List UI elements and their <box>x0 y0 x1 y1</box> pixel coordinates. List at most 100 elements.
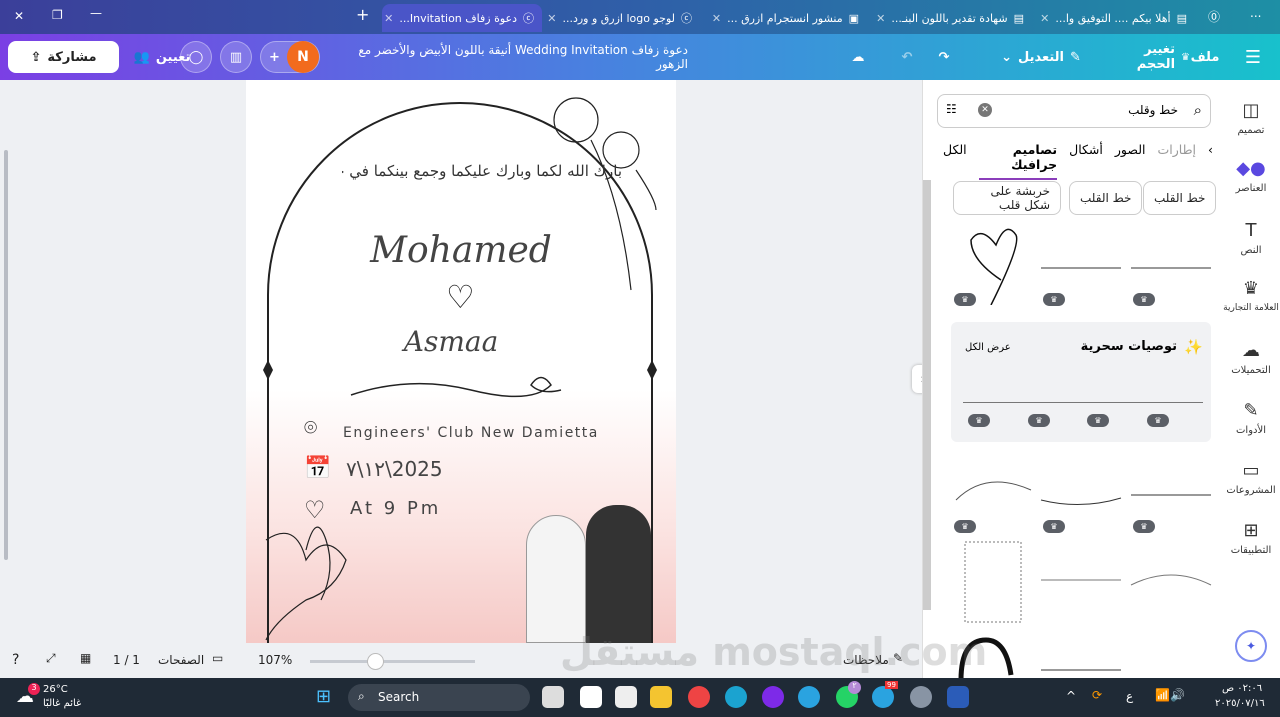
undo-icon[interactable]: ↶ <box>895 41 919 73</box>
chip-heart-line-1[interactable]: خط القلب <box>1143 181 1217 215</box>
text-icon: T <box>1245 220 1257 241</box>
windows-start-icon[interactable]: ⊞ <box>316 686 331 707</box>
share-button[interactable]: ⇪ مشاركة <box>8 41 119 73</box>
recommended-graphics[interactable] <box>963 402 1203 403</box>
arabic-calligraphy[interactable]: بارك الله لكما وبارك عليكما وجمع بينكما … <box>342 162 622 180</box>
close-tab-icon[interactable]: ✕ <box>547 12 556 25</box>
notes-icon[interactable]: ✎ <box>893 651 903 665</box>
close-tab-icon[interactable]: ✕ <box>876 12 885 25</box>
fullscreen-icon[interactable]: ⤢ <box>46 651 56 666</box>
restore-window-icon[interactable]: ❐ <box>52 8 63 22</box>
wifi-volume-icon[interactable]: 📶🔊 <box>1155 688 1185 702</box>
rail-design[interactable]: ◫ تصميم <box>1222 100 1280 136</box>
clock-time[interactable]: ٠٢:٠٦ ص <box>1222 683 1262 694</box>
tab-wedding-invitation[interactable]: ⓒ دعوة زفاف Invitation... ✕ <box>382 4 542 32</box>
rail-tools[interactable]: ✎ الأدوات <box>1222 400 1280 436</box>
grid-view-icon[interactable]: ▦ <box>80 651 91 665</box>
edge-icon[interactable] <box>725 686 747 708</box>
see-all-link[interactable]: عرض الكل <box>965 342 1011 353</box>
bride-illustration[interactable] <box>526 515 586 643</box>
groom-name[interactable]: Mohamed <box>346 230 576 271</box>
close-window-icon[interactable]: ✕ <box>14 9 24 23</box>
tab-graphics[interactable]: تصاميم جرافيك <box>978 142 1058 180</box>
file-menu[interactable]: ملف <box>1190 41 1220 73</box>
people-icon: 👥 <box>133 49 150 65</box>
document-title[interactable]: دعوة زفاف Wedding Invitation أنيقة باللو… <box>340 41 688 73</box>
chevron-right-icon[interactable]: › <box>1208 142 1213 180</box>
rail-text[interactable]: T النص <box>1222 220 1280 256</box>
close-tab-icon[interactable]: ✕ <box>384 12 393 25</box>
workspace-icon[interactable]: ⓪ <box>1208 8 1220 25</box>
groom-illustration[interactable] <box>586 505 651 643</box>
print-icon: ▤ <box>1176 11 1187 25</box>
zoom-slider-handle[interactable] <box>367 653 384 670</box>
clock-date[interactable]: ٢٠٢٥/٠٧/١٦ <box>1215 698 1265 709</box>
design-page[interactable]: بارك الله لكما وبارك عليكما وجمع بينكما … <box>246 80 676 643</box>
premium-crown-icon: ♛ <box>954 293 976 306</box>
avatar[interactable]: N <box>287 41 319 73</box>
notes-button[interactable]: ملاحظات <box>843 653 889 667</box>
new-tab-button[interactable]: + <box>356 5 369 24</box>
calendar-icon: 📅 <box>304 456 332 481</box>
chip-heart-doodle[interactable]: خربشة على شكل قلب <box>953 181 1061 215</box>
help-icon[interactable]: ? <box>12 652 19 668</box>
rail-projects[interactable]: ▭ المشروعات <box>1222 460 1280 496</box>
rail-uploads[interactable]: ☁ التحميلات <box>1222 340 1280 376</box>
play-store-icon[interactable] <box>580 686 602 708</box>
edit-label: التعديل <box>1018 49 1064 65</box>
insights-button[interactable]: ▥ <box>220 41 252 73</box>
filter-sliders-icon[interactable]: ☷ <box>946 102 957 116</box>
chip-heart-line-2[interactable]: خط القلب <box>1069 181 1143 215</box>
graphics-grid[interactable] <box>951 470 1213 680</box>
time-text[interactable]: At 9 Pm <box>350 498 441 519</box>
tab-photos[interactable]: الصور <box>1115 142 1146 180</box>
graphics-row-1[interactable] <box>951 225 1213 305</box>
redo-icon[interactable]: ↷ <box>932 41 956 73</box>
tab-certificate[interactable]: ▤ شهادة تقدير باللون البنـ... ✕ <box>876 4 1032 32</box>
telegram-icon[interactable] <box>798 686 820 708</box>
date-text[interactable]: ١٢\٧\2025 <box>346 457 443 481</box>
show-hidden-icons[interactable]: ^ <box>1066 689 1076 703</box>
layout-icon: ◫ <box>1242 100 1260 121</box>
tab-shapes[interactable]: أشكال <box>1069 142 1103 180</box>
task-view-icon[interactable] <box>542 686 564 708</box>
pages-icon[interactable]: ▭ <box>212 651 223 665</box>
bride-name[interactable]: Asmaa <box>376 325 526 358</box>
canva-icon[interactable] <box>762 686 784 708</box>
rail-elements[interactable]: ◆● العناصر <box>1222 158 1280 194</box>
cloud-saved-icon[interactable]: ☁ <box>845 41 871 73</box>
close-tab-icon[interactable]: ✕ <box>1040 12 1049 25</box>
hamburger-menu-icon[interactable]: ☰ <box>1240 41 1266 73</box>
edit-mode-dropdown[interactable]: ✎ التعديل ⌄ <box>985 41 1097 73</box>
more-icon[interactable]: ... <box>1250 6 1261 20</box>
tab-welcome[interactable]: ▤ أهلا بيكم .... التوفيق وا... ✕ <box>1040 4 1195 32</box>
comment-button[interactable]: ◯ <box>180 41 212 73</box>
tab-frames[interactable]: إطارات <box>1157 142 1196 180</box>
rail-brand[interactable]: ♛ العلامة التجارية <box>1222 278 1280 313</box>
resize-button[interactable]: ♛ تغيير الحجم <box>1105 41 1190 73</box>
rail-apps[interactable]: ⊞ التطبيقات <box>1222 520 1280 556</box>
tab-logo[interactable]: ⓒ لوجو logo ازرق و ورد... ✕ <box>547 4 700 32</box>
word-icon[interactable] <box>947 686 969 708</box>
sync-icon[interactable]: ⟳ <box>1092 688 1102 702</box>
close-tab-icon[interactable]: ✕ <box>712 12 721 25</box>
vertical-scrollbar[interactable] <box>4 150 8 560</box>
pages-button[interactable]: الصفحات <box>158 653 204 667</box>
chrome-icon[interactable] <box>688 686 710 708</box>
clear-search-icon[interactable]: ✕ <box>978 103 992 117</box>
settings-icon[interactable] <box>910 686 932 708</box>
panel-scrollbar[interactable] <box>923 180 931 610</box>
magic-assistant-button[interactable]: ✦ <box>1235 630 1267 662</box>
ms-store-icon[interactable] <box>615 686 637 708</box>
zoom-level[interactable]: 107% <box>258 653 292 667</box>
search-input[interactable]: ☷ ✕ خط وقلب ⌕ <box>937 94 1211 128</box>
zoom-slider[interactable] <box>310 660 475 663</box>
minimize-window-icon[interactable]: — <box>90 6 102 20</box>
file-explorer-icon[interactable] <box>650 686 672 708</box>
language-indicator[interactable]: ع <box>1126 689 1133 703</box>
taskbar-search[interactable]: ⌕ Search <box>348 684 530 711</box>
telegram-2-icon[interactable] <box>872 686 894 708</box>
tab-instagram[interactable]: ▣ منشور انستجرام ازرق ... ✕ <box>712 4 867 32</box>
tab-all[interactable]: الكل <box>943 142 967 180</box>
venue-text[interactable]: Engineers' Club New Damietta <box>343 425 599 441</box>
